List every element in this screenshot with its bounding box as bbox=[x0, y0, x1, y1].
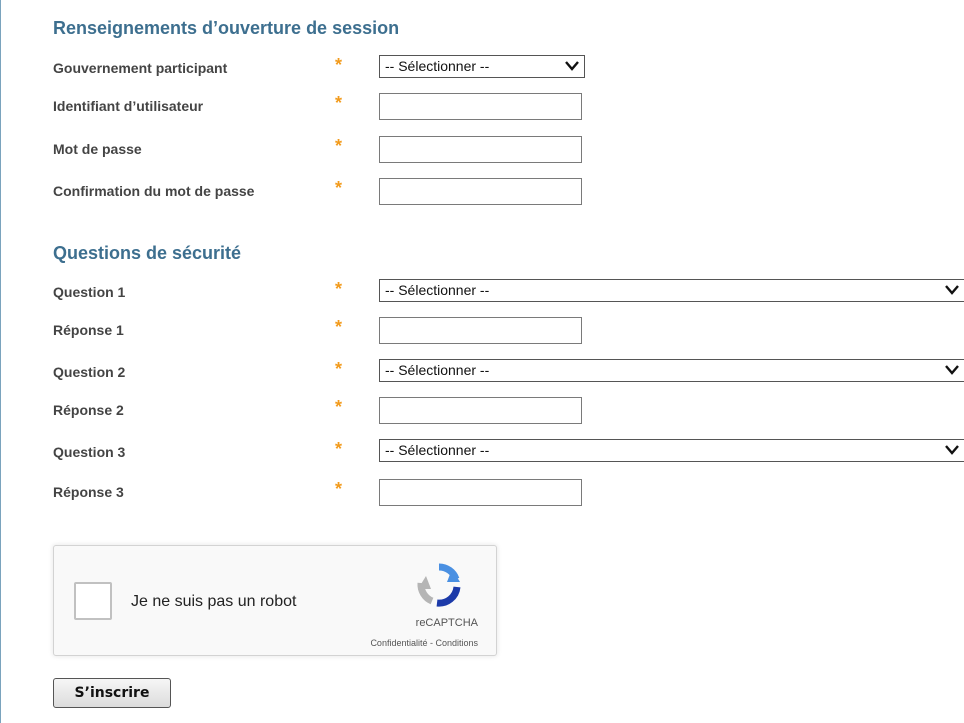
required-marker: * bbox=[335, 479, 343, 499]
question-1-select-value: -- Sélectionner -- bbox=[385, 282, 490, 298]
answer-2-label: Réponse 2 bbox=[53, 402, 124, 418]
question-3-select-value: -- Sélectionner -- bbox=[385, 442, 490, 458]
required-marker: * bbox=[335, 136, 343, 156]
recaptcha-brand: reCAPTCHA bbox=[415, 617, 478, 629]
required-marker: * bbox=[335, 93, 343, 113]
required-marker: * bbox=[335, 178, 343, 198]
registration-form: Renseignements d’ouverture de session Go… bbox=[0, 0, 964, 723]
password-input[interactable] bbox=[379, 136, 582, 163]
form-row-username: Identifiant d’utilisateur * bbox=[1, 91, 964, 121]
question-2-label: Question 2 bbox=[53, 364, 126, 380]
form-row-government: Gouvernement participant * -- Sélectionn… bbox=[1, 53, 964, 83]
form-row-password: Mot de passe * bbox=[1, 134, 964, 164]
username-input[interactable] bbox=[379, 93, 582, 120]
security-section-title: Questions de sécurité bbox=[53, 243, 242, 263]
recaptcha-label: Je ne suis pas un robot bbox=[131, 593, 297, 610]
required-marker: * bbox=[335, 55, 343, 75]
form-row-question-2: Question 2 * -- Sélectionner -- bbox=[1, 357, 964, 387]
form-row-question-1: Question 1 * -- Sélectionner -- bbox=[1, 277, 964, 307]
form-row-answer-2: Réponse 2 * bbox=[1, 395, 964, 425]
answer-3-input[interactable] bbox=[379, 479, 582, 506]
question-1-select[interactable]: -- Sélectionner -- bbox=[379, 279, 964, 302]
login-section-title: Renseignements d’ouverture de session bbox=[53, 18, 400, 38]
chevron-down-icon bbox=[565, 61, 579, 71]
chevron-down-icon bbox=[945, 365, 959, 375]
answer-1-label: Réponse 1 bbox=[53, 322, 124, 338]
government-label: Gouvernement participant bbox=[53, 60, 228, 76]
form-row-answer-1: Réponse 1 * bbox=[1, 315, 964, 345]
required-marker: * bbox=[335, 317, 343, 337]
chevron-down-icon bbox=[945, 285, 959, 295]
recaptcha-widget: Je ne suis pas un robot reCAPTCHA Confid… bbox=[53, 545, 497, 656]
password-confirm-input[interactable] bbox=[379, 178, 582, 205]
answer-1-input[interactable] bbox=[379, 317, 582, 344]
register-button[interactable]: S’inscrire bbox=[53, 678, 171, 708]
recaptcha-terms-link[interactable]: Confidentialité - Conditions bbox=[370, 638, 478, 648]
form-row-answer-3: Réponse 3 * bbox=[1, 477, 964, 507]
password-label: Mot de passe bbox=[53, 141, 142, 157]
required-marker: * bbox=[335, 397, 343, 417]
chevron-down-icon bbox=[945, 445, 959, 455]
form-row-question-3: Question 3 * -- Sélectionner -- bbox=[1, 437, 964, 467]
question-3-select[interactable]: -- Sélectionner -- bbox=[379, 439, 964, 462]
government-select[interactable]: -- Sélectionner -- bbox=[379, 55, 585, 78]
question-2-select[interactable]: -- Sélectionner -- bbox=[379, 359, 964, 382]
question-3-label: Question 3 bbox=[53, 444, 126, 460]
form-row-password-confirm: Confirmation du mot de passe * bbox=[1, 176, 964, 206]
answer-3-label: Réponse 3 bbox=[53, 484, 124, 500]
recaptcha-logo-icon bbox=[417, 563, 461, 607]
username-label: Identifiant d’utilisateur bbox=[53, 98, 204, 114]
required-marker: * bbox=[335, 359, 343, 379]
required-marker: * bbox=[335, 279, 343, 299]
password-confirm-label: Confirmation du mot de passe bbox=[53, 183, 255, 199]
government-select-value: -- Sélectionner -- bbox=[385, 58, 490, 74]
required-marker: * bbox=[335, 439, 343, 459]
recaptcha-checkbox[interactable] bbox=[74, 582, 112, 620]
answer-2-input[interactable] bbox=[379, 397, 582, 424]
question-1-label: Question 1 bbox=[53, 284, 126, 300]
question-2-select-value: -- Sélectionner -- bbox=[385, 362, 490, 378]
